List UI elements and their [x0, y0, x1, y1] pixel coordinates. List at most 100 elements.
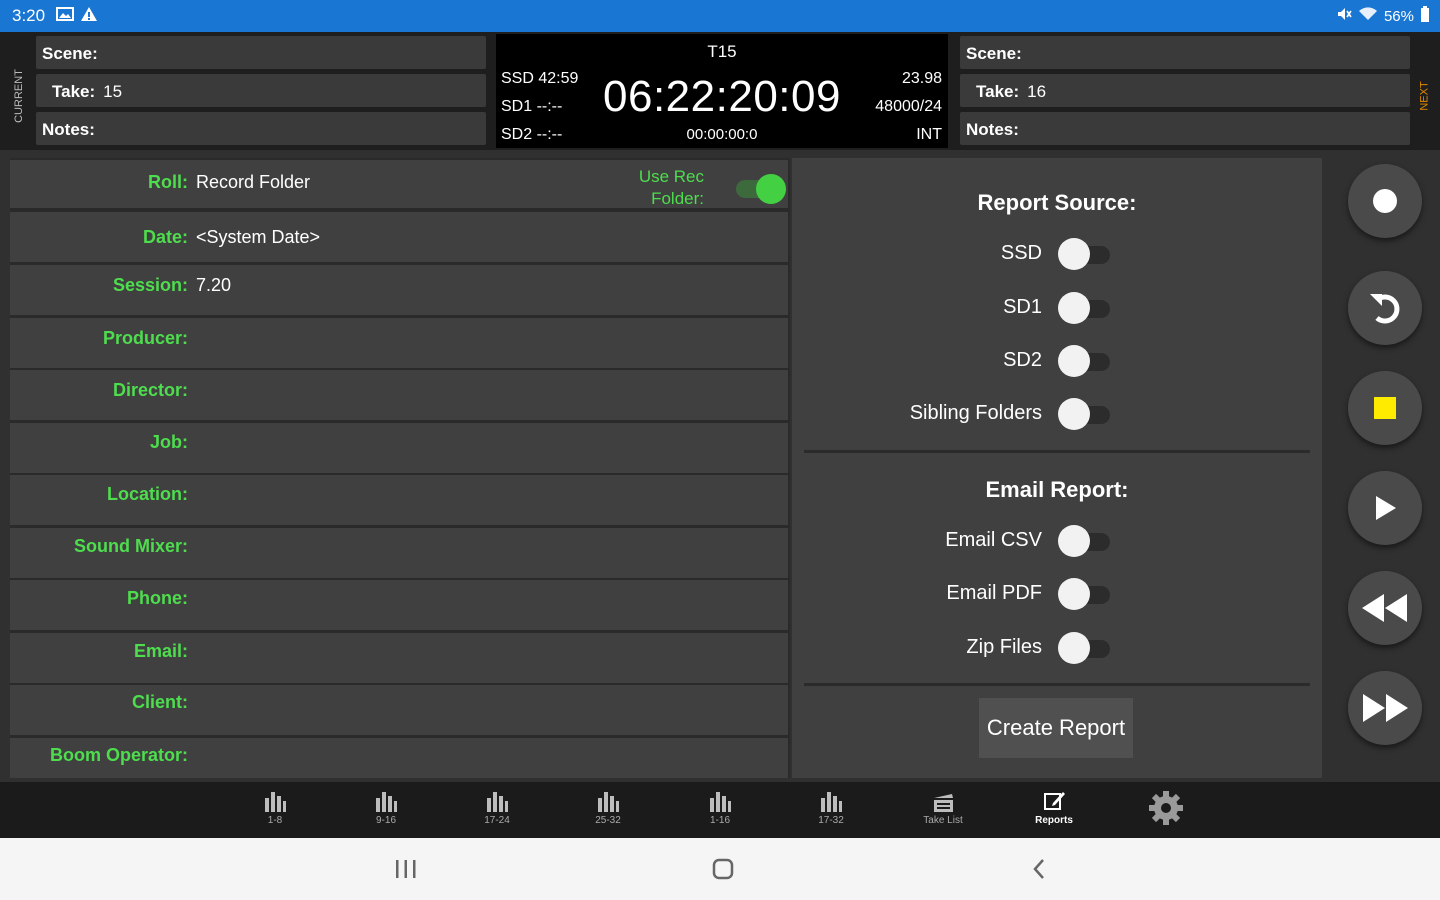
roll-value: Record Folder [196, 172, 311, 192]
form-row-phone[interactable]: Phone: [10, 580, 788, 630]
form-row-client[interactable]: Client: [10, 685, 788, 735]
email-pdf-row[interactable]: Email PDF [792, 576, 1322, 612]
section-divider [804, 683, 1310, 686]
current-scene-label: Scene: [42, 44, 98, 63]
wifi-icon [1358, 6, 1378, 26]
tab-label: 9-16 [375, 815, 396, 826]
tab-reports[interactable]: Reports [1009, 788, 1099, 836]
switch-knob [1058, 398, 1090, 430]
director-label: Director: [112, 380, 188, 400]
source-sd1-switch[interactable] [1058, 292, 1112, 324]
meters-icon [230, 788, 320, 814]
source-sibling-row[interactable]: Sibling Folders [792, 396, 1322, 432]
report-info-form: Roll: Record Folder Use Rec Folder: Date… [10, 158, 790, 778]
play-button[interactable] [1348, 471, 1422, 545]
home-button[interactable] [703, 852, 743, 886]
tab-settings[interactable] [1121, 788, 1211, 836]
producer-label: Producer: [102, 328, 188, 348]
source-sd2-switch[interactable] [1058, 345, 1112, 377]
back-button[interactable] [1019, 852, 1059, 886]
meters-icon [675, 788, 765, 814]
current-scene-field[interactable]: Scene: [36, 36, 486, 69]
tab-label: Reports [1035, 815, 1073, 826]
timecode-elapsed: 00:00:00:0 [686, 126, 758, 143]
gear-icon [1121, 788, 1211, 828]
current-take-field[interactable]: Take: 15 [36, 74, 486, 107]
email-csv-row[interactable]: Email CSV [792, 523, 1322, 559]
form-row-location[interactable]: Location: [10, 475, 788, 525]
email-csv-switch[interactable] [1058, 525, 1112, 557]
source-ssd-row[interactable]: SSD [792, 236, 1322, 272]
tab-label: 17-32 [818, 815, 844, 826]
use-rec-folder-toggle[interactable] [736, 174, 788, 204]
session-value: 7.20 [196, 275, 232, 295]
next-take-field[interactable]: Take: 16 [960, 74, 1410, 107]
slate-header: CURRENT Scene: Take: 15 Notes: T15 SSD 42… [0, 32, 1440, 150]
play-icon [1376, 496, 1396, 520]
current-notes-label: Notes: [42, 120, 95, 139]
next-scene-field[interactable]: Scene: [960, 36, 1410, 69]
system-nav-bar [0, 838, 1440, 900]
next-label: NEXT [1418, 81, 1431, 111]
current-take-label: Take: [52, 82, 96, 101]
image-icon [56, 6, 74, 27]
form-row-director[interactable]: Director: [10, 370, 788, 420]
tab-9-16[interactable]: 9-16 [341, 788, 431, 836]
tab-take-list[interactable]: Take List [898, 788, 988, 836]
sample-rate: 48000/24 [875, 98, 942, 115]
tab-17-24[interactable]: 17-24 [452, 788, 542, 836]
client-label: Client: [132, 692, 188, 712]
zip-files-row[interactable]: Zip Files [792, 630, 1322, 666]
source-sd1-row[interactable]: SD1 [792, 290, 1322, 326]
undo-button[interactable] [1348, 271, 1422, 345]
zip-files-switch[interactable] [1058, 632, 1112, 664]
form-row-sound-mixer[interactable]: Sound Mixer: [10, 528, 788, 578]
form-row-date[interactable]: Date: <System Date> [10, 212, 788, 262]
record-icon [1373, 189, 1397, 213]
fast-forward-button[interactable] [1348, 671, 1422, 745]
date-label: Date: [142, 227, 188, 247]
meters-icon [341, 788, 431, 814]
zip-files-label: Zip Files [966, 636, 1042, 658]
battery-level: 56% [1383, 7, 1414, 25]
current-notes-field[interactable]: Notes: [36, 112, 486, 145]
tab-label: 17-24 [484, 815, 510, 826]
source-ssd-label: SSD [1000, 242, 1042, 264]
toggle-knob [756, 174, 786, 204]
tab-label: Take List [923, 815, 963, 826]
form-row-roll[interactable]: Roll: Record Folder Use Rec Folder: [10, 160, 788, 208]
date-value: <System Date> [196, 227, 321, 247]
email-pdf-label: Email PDF [946, 582, 1042, 604]
form-row-boom-operator[interactable]: Boom Operator: [10, 738, 788, 778]
location-label: Location: [107, 484, 188, 504]
bottom-tab-bar: 1-8 9-16 17-24 25-32 1-16 17-32 Take Lis… [0, 782, 1440, 838]
form-row-email[interactable]: Email: [10, 633, 788, 683]
back-icon [1033, 859, 1044, 879]
stop-button[interactable] [1348, 371, 1422, 445]
create-report-button[interactable]: Create Report [979, 698, 1133, 758]
next-notes-field[interactable]: Notes: [960, 112, 1410, 145]
transport-controls [1330, 158, 1440, 778]
tab-1-16[interactable]: 1-16 [675, 788, 765, 836]
form-row-job[interactable]: Job: [10, 423, 788, 473]
recents-button[interactable] [386, 852, 426, 886]
email-pdf-switch[interactable] [1058, 578, 1112, 610]
tab-label: 1-16 [709, 815, 730, 826]
rewind-button[interactable] [1348, 571, 1422, 645]
form-row-session[interactable]: Session: 7.20 [10, 265, 788, 315]
form-row-producer[interactable]: Producer: [10, 318, 788, 368]
source-sd2-row[interactable]: SD2 [792, 343, 1322, 379]
mute-icon [1336, 6, 1352, 26]
source-ssd-switch[interactable] [1058, 238, 1112, 270]
boom-operator-label: Boom Operator: [49, 745, 188, 765]
use-rec-folder-label: Use Rec Folder: [638, 167, 704, 208]
source-sd2-label: SD2 [1003, 349, 1042, 371]
tab-17-32[interactable]: 17-32 [786, 788, 876, 836]
tab-25-32[interactable]: 25-32 [563, 788, 653, 836]
report-source-title: Report Source: [977, 190, 1137, 215]
tab-label: 25-32 [595, 815, 621, 826]
tab-1-8[interactable]: 1-8 [230, 788, 320, 836]
tc-source: INT [916, 126, 942, 143]
record-button[interactable] [1348, 164, 1422, 238]
source-sibling-switch[interactable] [1058, 398, 1112, 430]
